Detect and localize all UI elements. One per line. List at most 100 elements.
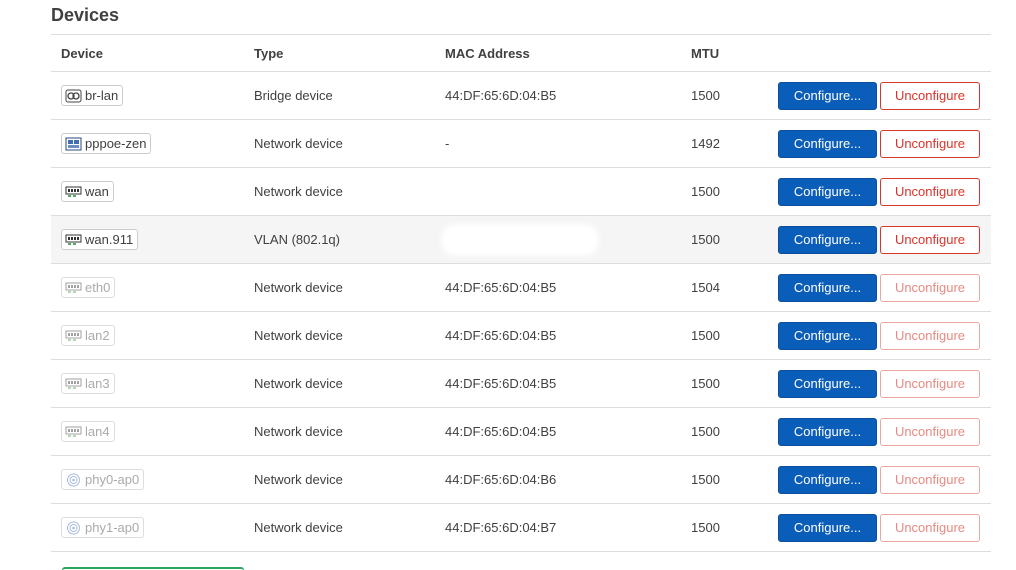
configure-button[interactable]: Configure... [778, 321, 877, 350]
device-type: Network device [254, 520, 343, 535]
device-type: Network device [254, 472, 343, 487]
mtu-value: 1500 [691, 184, 720, 199]
row-actions: Configure... Unconfigure [778, 312, 980, 359]
ethernet-icon [65, 281, 82, 295]
row-actions: Configure... Unconfigure [778, 408, 980, 455]
mac-address: 44:DF:65:6D:04:B5 [445, 280, 557, 295]
mac-address: - [445, 136, 450, 151]
device-badge: wan [61, 181, 114, 202]
mtu-value: 1500 [691, 472, 720, 487]
header-mtu: MTU [691, 45, 720, 61]
device-name: lan3 [85, 376, 110, 391]
row-actions: Configure... Unconfigure [778, 456, 980, 503]
header-type: Type [254, 45, 284, 61]
table-row: phy1-ap0 Network device 44:DF:65:6D:04:B… [51, 504, 991, 552]
configure-button[interactable]: Configure... [778, 177, 877, 206]
device-type: VLAN (802.1q) [254, 232, 340, 247]
header-mac-address: MAC Address [445, 45, 530, 61]
device-type: Network device [254, 328, 343, 343]
device-name: pppoe-zen [85, 136, 147, 151]
row-actions: Configure... Unconfigure [778, 216, 980, 263]
ethernet-icon [65, 329, 82, 343]
row-actions: Configure... Unconfigure [778, 504, 980, 551]
row-actions: Configure... Unconfigure [778, 120, 980, 167]
ethernet-icon [65, 185, 82, 199]
mtu-value: 1492 [691, 136, 720, 151]
table-row: br-lan Bridge device 44:DF:65:6D:04:B5 1… [51, 72, 991, 120]
mtu-value: 1500 [691, 88, 720, 103]
section-title: Devices [51, 5, 120, 25]
table-row: lan4 Network device 44:DF:65:6D:04:B5 15… [51, 408, 991, 456]
header-device: Device [61, 45, 103, 61]
mac-address: 44:DF:65:6D:04:B5 [445, 328, 557, 343]
row-actions: Configure... Unconfigure [778, 360, 980, 407]
table-row: phy0-ap0 Network device 44:DF:65:6D:04:B… [51, 456, 991, 504]
configure-button[interactable]: Configure... [778, 465, 877, 494]
device-badge: lan3 [61, 373, 115, 394]
redacted-mac [445, 227, 595, 252]
unconfigure-button[interactable]: Unconfigure [880, 273, 980, 302]
device-name: lan2 [85, 328, 110, 343]
mac-address: 44:DF:65:6D:04:B6 [445, 472, 557, 487]
unconfigure-button[interactable]: Unconfigure [880, 417, 980, 446]
configure-button[interactable]: Configure... [778, 225, 877, 254]
table-row: wan Network device 1500 Configure... Unc… [51, 168, 991, 216]
mac-address [445, 168, 595, 215]
mac-address [445, 216, 595, 263]
device-type: Network device [254, 424, 343, 439]
wifi-icon [65, 473, 82, 487]
device-type: Network device [254, 136, 343, 151]
device-badge: phy0-ap0 [61, 469, 145, 490]
device-badge: eth0 [61, 277, 116, 298]
device-name: phy0-ap0 [85, 472, 140, 487]
table-row: wan.911 VLAN (802.1q) 1500 Configure... … [51, 216, 991, 264]
configure-button[interactable]: Configure... [778, 369, 877, 398]
device-name: eth0 [85, 280, 111, 295]
mtu-value: 1504 [691, 280, 720, 295]
device-type: Network device [254, 184, 343, 199]
table-row: lan2 Network device 44:DF:65:6D:04:B5 15… [51, 312, 991, 360]
device-name: phy1-ap0 [85, 520, 140, 535]
mtu-value: 1500 [691, 376, 720, 391]
unconfigure-button[interactable]: Unconfigure [880, 513, 980, 542]
unconfigure-button[interactable]: Unconfigure [880, 465, 980, 494]
configure-button[interactable]: Configure... [778, 129, 877, 158]
mtu-value: 1500 [691, 232, 720, 247]
device-badge: lan4 [61, 421, 115, 442]
mac-address: 44:DF:65:6D:04:B5 [445, 424, 557, 439]
wifi-icon [65, 521, 82, 535]
row-actions: Configure... Unconfigure [778, 72, 980, 119]
ethernet-icon [65, 233, 82, 247]
device-name: wan [85, 184, 109, 199]
table-row: pppoe-zen Network device - 1492 Configur… [51, 120, 991, 168]
configure-button[interactable]: Configure... [778, 273, 877, 302]
unconfigure-button[interactable]: Unconfigure [880, 369, 980, 398]
devices-table: Device Type MAC Address MTU br-lan Bridg… [51, 34, 991, 552]
configure-button[interactable]: Configure... [778, 417, 877, 446]
unconfigure-button[interactable]: Unconfigure [880, 321, 980, 350]
device-badge: phy1-ap0 [61, 517, 145, 538]
device-type: Network device [254, 376, 343, 391]
unconfigure-button[interactable]: Unconfigure [880, 177, 980, 206]
device-type: Bridge device [254, 88, 333, 103]
configure-button[interactable]: Configure... [778, 513, 877, 542]
device-badge: pppoe-zen [61, 133, 152, 154]
mac-address: 44:DF:65:6D:04:B7 [445, 520, 557, 535]
unconfigure-button[interactable]: Unconfigure [880, 225, 980, 254]
ethernet-icon [65, 425, 82, 439]
device-type: Network device [254, 280, 343, 295]
row-actions: Configure... Unconfigure [778, 264, 980, 311]
device-badge: lan2 [61, 325, 115, 346]
ethernet-icon [65, 377, 82, 391]
unconfigure-button[interactable]: Unconfigure [880, 129, 980, 158]
configure-button[interactable]: Configure... [778, 81, 877, 110]
device-name: lan4 [85, 424, 110, 439]
device-badge: br-lan [61, 85, 124, 106]
device-name: wan.911 [85, 232, 134, 247]
mtu-value: 1500 [691, 520, 720, 535]
redacted-mac [445, 179, 595, 204]
unconfigure-button[interactable]: Unconfigure [880, 81, 980, 110]
mtu-value: 1500 [691, 424, 720, 439]
mtu-value: 1500 [691, 328, 720, 343]
mac-address: 44:DF:65:6D:04:B5 [445, 376, 557, 391]
